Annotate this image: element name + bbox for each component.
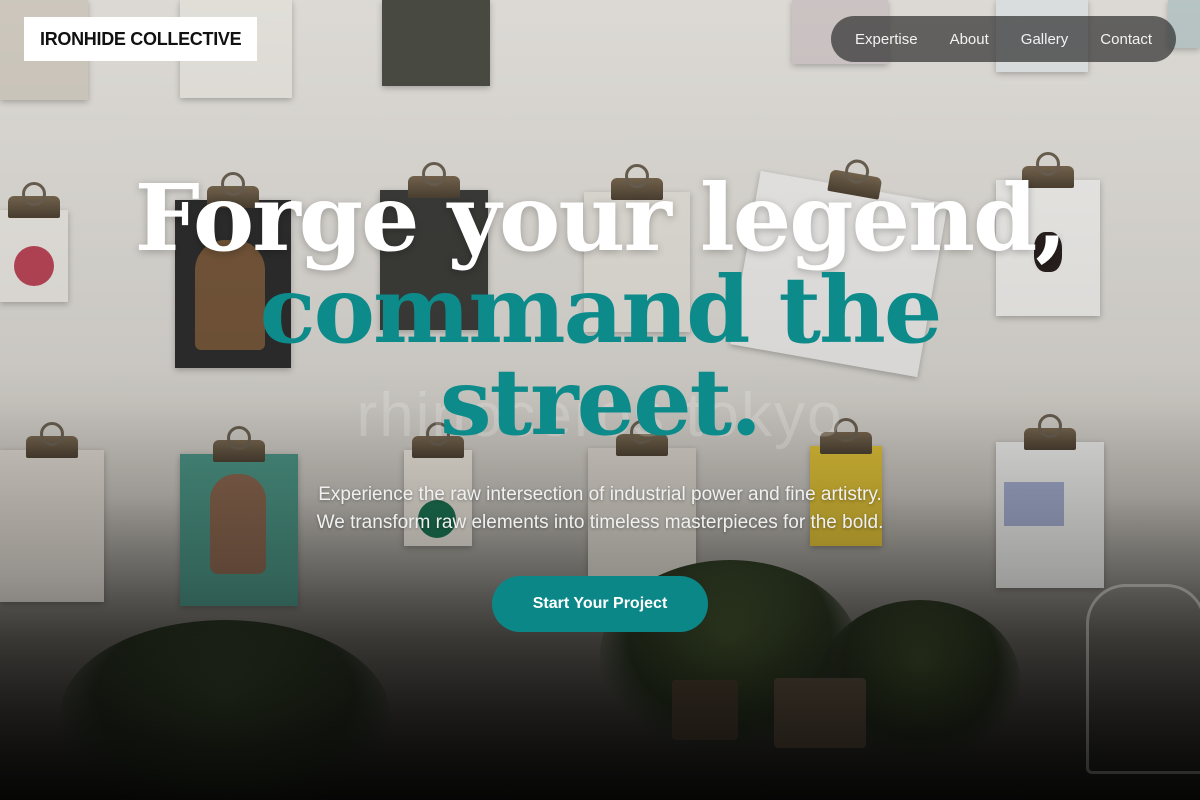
nav-item-expertise[interactable]: Expertise [855,31,918,48]
main-navigation: Expertise About Gallery Contact [831,16,1176,62]
nav-item-contact[interactable]: Contact [1100,31,1152,48]
hero-headline: Forge your legend, command the street. [0,172,1200,448]
headline-line-1: Forge your legend, [134,164,1068,272]
nav-item-gallery[interactable]: Gallery [1021,31,1069,48]
headline-line-2: command the [259,256,943,364]
subtitle-line-2: We transform raw elements into timeless … [316,512,884,533]
brand-logo[interactable]: IRONHIDE COLLECTIVE [24,17,258,61]
nav-item-about[interactable]: About [950,31,989,48]
start-project-button[interactable]: Start Your Project [492,576,708,632]
subtitle-line-1: Experience the raw intersection of indus… [318,484,882,505]
hero-subtitle: Experience the raw intersection of indus… [0,481,1200,537]
hero-section: IRONHIDE COLLECTIVE Expertise About Gall… [0,0,1200,800]
headline-line-3: street. [439,348,762,456]
